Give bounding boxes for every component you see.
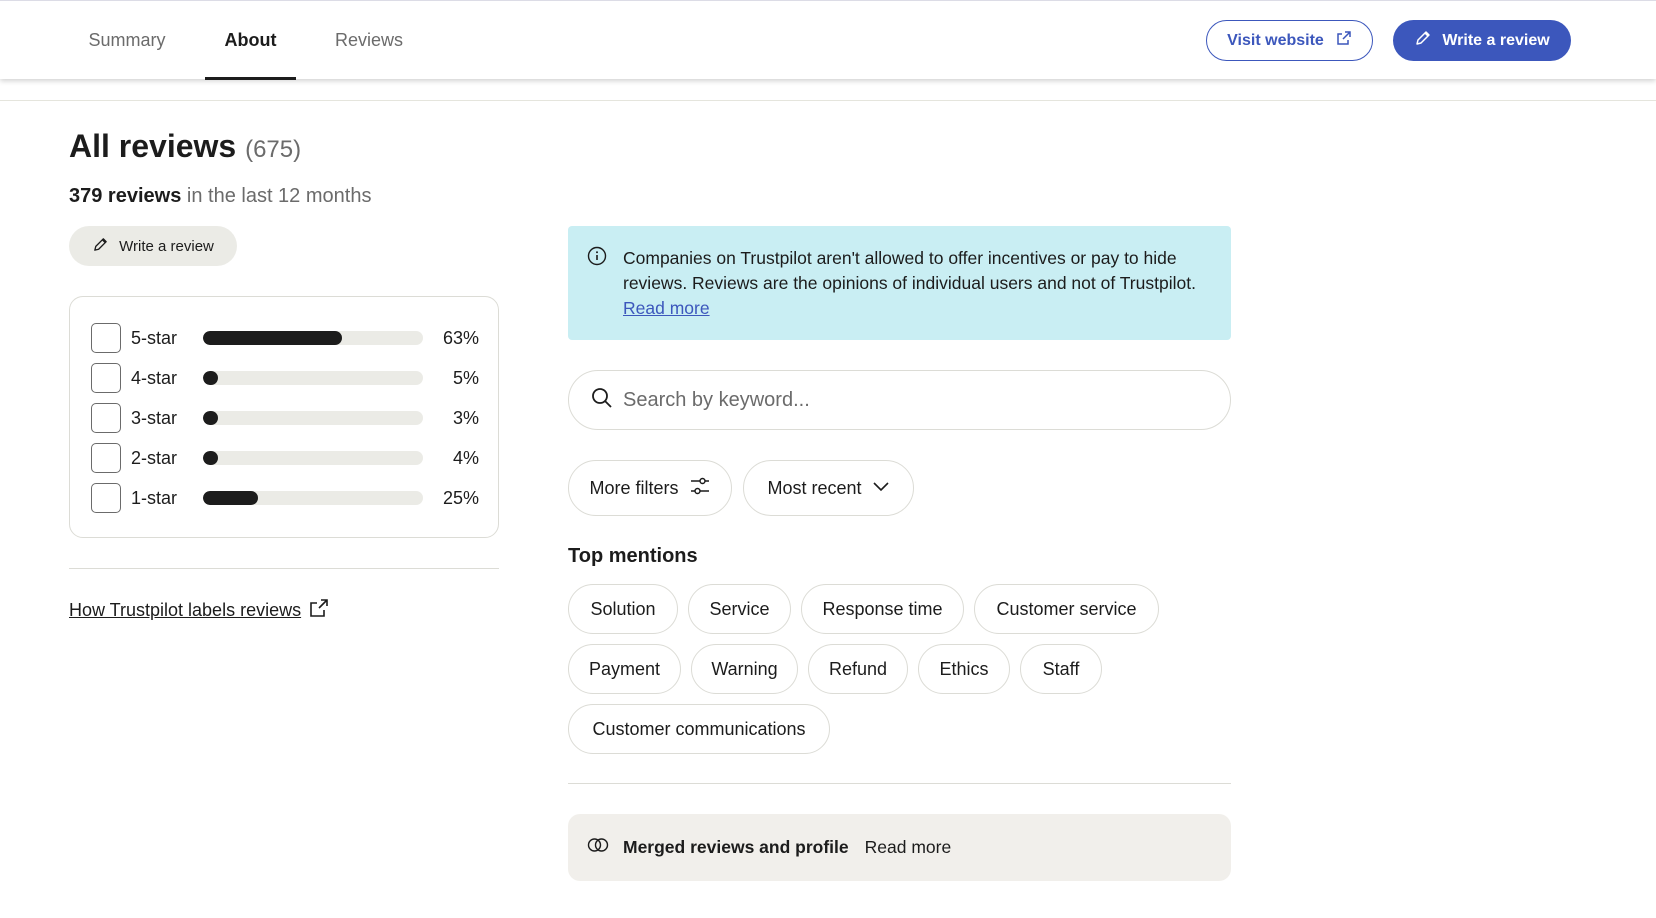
rating-bar-fill: [202, 451, 218, 465]
write-review-secondary-button[interactable]: Write a review: [69, 226, 237, 266]
top-mentions-title: Top mentions: [568, 545, 698, 567]
rating-checkbox-5[interactable]: [91, 323, 121, 353]
mention-chip[interactable]: Service: [688, 584, 791, 634]
rating-percent: 5%: [453, 367, 480, 388]
rating-bar: [202, 491, 424, 505]
write-review-label: Write a review: [1442, 31, 1550, 49]
rating-percent: 25%: [442, 487, 480, 508]
rating-bar: [202, 411, 424, 425]
rating-label: 5-star: [131, 327, 178, 348]
recent-period: in the last 12 months: [186, 185, 372, 207]
merge-rings-icon: [587, 837, 609, 858]
visit-website-button[interactable]: Visit website: [1206, 20, 1373, 61]
all-reviews-title: All reviews: [69, 128, 237, 164]
incentive-notice: Companies on Trustpilot aren't allowed t…: [568, 226, 1231, 340]
tab-about[interactable]: About: [205, 1, 296, 80]
notice-read-more-link[interactable]: Read more: [623, 298, 710, 318]
rating-bar-fill: [202, 331, 342, 345]
filter-sliders-icon: [689, 475, 711, 502]
sort-label: Most recent: [767, 477, 862, 498]
rating-label: 4-star: [131, 367, 178, 388]
mention-chip[interactable]: Payment: [568, 644, 681, 694]
search-input[interactable]: [623, 388, 1183, 412]
rating-bar-fill: [202, 371, 218, 385]
rating-row-4[interactable]: 4-star 5%: [91, 362, 479, 394]
divider: [69, 568, 499, 569]
divider: [568, 783, 1231, 784]
mention-chip[interactable]: Warning: [691, 644, 798, 694]
rating-label: 3-star: [131, 407, 178, 428]
external-link-icon: [309, 598, 329, 623]
notice-body: Companies on Trustpilot aren't allowed t…: [623, 248, 1196, 293]
tab-reviews[interactable]: Reviews: [325, 1, 413, 80]
mention-chip[interactable]: Solution: [568, 584, 678, 634]
mention-chip[interactable]: Ethics: [918, 644, 1010, 694]
notice-text: Companies on Trustpilot aren't allowed t…: [623, 246, 1213, 321]
top-nav: Summary About Reviews Visit website Writ…: [0, 0, 1656, 80]
write-review-secondary-label: Write a review: [119, 237, 214, 255]
info-icon: [587, 246, 607, 271]
pencil-icon: [92, 236, 109, 257]
sort-dropdown[interactable]: Most recent: [743, 460, 914, 516]
total-review-count: (675): [245, 136, 302, 163]
mention-chip[interactable]: Response time: [801, 584, 964, 634]
rating-label: 1-star: [131, 487, 178, 508]
write-review-button[interactable]: Write a review: [1393, 20, 1571, 61]
rating-bar: [202, 451, 424, 465]
divider: [0, 100, 1656, 101]
rating-row-1[interactable]: 1-star 25%: [91, 482, 479, 514]
merged-title: Merged reviews and profile: [623, 837, 849, 857]
how-trustpilot-labels-link[interactable]: How Trustpilot labels reviews: [69, 598, 329, 623]
pencil-icon: [1414, 29, 1432, 52]
tab-summary[interactable]: Summary: [78, 1, 176, 80]
search-icon: [591, 387, 613, 414]
recent-reviews-summary: 379 reviews in the last 12 months: [69, 185, 371, 208]
mention-chip[interactable]: Refund: [808, 644, 908, 694]
all-reviews-heading: All reviews (675): [69, 128, 301, 165]
rating-percent: 63%: [442, 327, 480, 348]
how-trustpilot-labels-label: How Trustpilot labels reviews: [69, 600, 302, 620]
rating-checkbox-4[interactable]: [91, 363, 121, 393]
more-filters-button[interactable]: More filters: [568, 460, 732, 516]
rating-distribution: 5-star 63% 4-star 5% 3-star 3% 2-star 4%…: [69, 296, 499, 538]
rating-percent: 4%: [453, 447, 480, 468]
mention-chip[interactable]: Customer communications: [568, 704, 830, 754]
rating-label: 2-star: [131, 447, 178, 468]
rating-checkbox-2[interactable]: [91, 443, 121, 473]
recent-review-count: 379 reviews: [69, 185, 182, 207]
visit-website-label: Visit website: [1227, 31, 1324, 49]
external-link-icon: [1336, 30, 1352, 51]
rating-bar-fill: [202, 411, 218, 425]
merged-reviews-banner: Merged reviews and profile Read more: [568, 814, 1231, 881]
search-box[interactable]: [568, 370, 1231, 430]
rating-row-5[interactable]: 5-star 63%: [91, 322, 479, 354]
mention-chip[interactable]: Customer service: [974, 584, 1159, 634]
rating-bar: [202, 371, 424, 385]
rating-checkbox-1[interactable]: [91, 483, 121, 513]
rating-row-2[interactable]: 2-star 4%: [91, 442, 479, 474]
rating-checkbox-3[interactable]: [91, 403, 121, 433]
rating-bar: [202, 331, 424, 345]
mention-chip[interactable]: Staff: [1020, 644, 1102, 694]
chevron-down-icon: [872, 477, 890, 500]
merged-read-more-link[interactable]: Read more: [865, 837, 952, 858]
rating-bar-fill: [202, 491, 258, 505]
rating-row-3[interactable]: 3-star 3%: [91, 402, 479, 434]
rating-percent: 3%: [453, 407, 480, 428]
more-filters-label: More filters: [589, 477, 679, 498]
